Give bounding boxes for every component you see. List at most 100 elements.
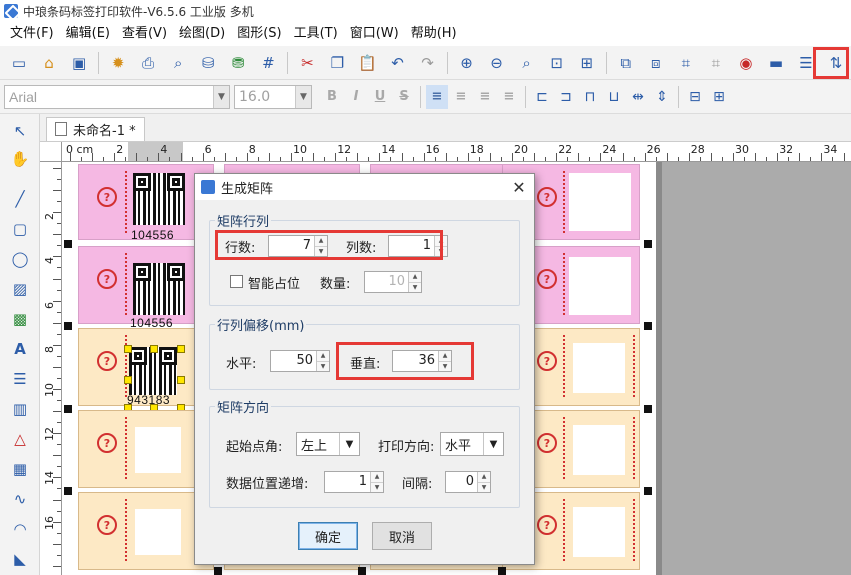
frame-icon[interactable]: ⌗	[674, 51, 697, 75]
fit-page-icon[interactable]: ⊡	[545, 51, 568, 75]
italic-button[interactable]: I	[345, 85, 367, 109]
zoom-out-icon[interactable]: ⊖	[485, 51, 508, 75]
chevron-down-icon[interactable]: ▼	[478, 482, 490, 492]
qrcode-tool-icon[interactable]: ▦	[9, 458, 31, 480]
align-objects-left-icon[interactable]: ⊏	[531, 85, 553, 109]
center-vertical-icon[interactable]: ⊞	[708, 85, 730, 109]
center-horizontal-icon[interactable]: ⊟	[684, 85, 706, 109]
ellipse-tool-icon[interactable]: ◯	[9, 248, 31, 270]
database-settings-icon[interactable]: ⛃	[227, 51, 250, 75]
new-window-icon[interactable]: ▭	[8, 51, 31, 75]
copy-icon[interactable]: ❐	[326, 51, 349, 75]
distribute-horizontal-icon[interactable]: ⇹	[627, 85, 649, 109]
chevron-down-icon[interactable]: ▼	[213, 85, 229, 108]
chevron-down-icon[interactable]: ▼	[409, 282, 421, 292]
selection-handle[interactable]	[150, 345, 158, 353]
picture-tool-icon[interactable]: ▩	[9, 308, 31, 330]
font-name-select[interactable]: Arial ▼	[4, 84, 230, 109]
align-center-icon[interactable]: ≡	[450, 85, 472, 109]
interval-stepper[interactable]: 0 ▲ ▼	[445, 471, 491, 493]
zoom-icon[interactable]: ⌕	[515, 51, 538, 75]
ok-button[interactable]: 确定	[298, 522, 358, 550]
align-objects-right-icon[interactable]: ⊐	[555, 85, 577, 109]
qr-code[interactable]	[133, 263, 185, 315]
selection-handle[interactable]	[124, 345, 132, 353]
font-size-select[interactable]: 16.0 ▼	[234, 84, 312, 109]
ungroup-icon[interactable]: ⧈	[644, 51, 667, 75]
fit-width-icon[interactable]: ⊞	[575, 51, 598, 75]
qr-code[interactable]	[133, 173, 185, 225]
chevron-up-icon[interactable]: ▲	[371, 472, 383, 483]
selection-handle[interactable]	[177, 376, 185, 384]
underline-button[interactable]: U	[369, 85, 391, 109]
text-tool-icon[interactable]: A	[9, 338, 31, 360]
undo-icon[interactable]: ↶	[386, 51, 409, 75]
menu-draw[interactable]: 绘图(D)	[173, 23, 231, 45]
rounded-rect-tool-icon[interactable]: ▢	[9, 218, 31, 240]
align-objects-bottom-icon[interactable]: ⊔	[603, 85, 625, 109]
unframe-icon[interactable]: ⌗	[704, 51, 727, 75]
cut-icon[interactable]: ✂	[296, 51, 319, 75]
count-stepper[interactable]: 10 ▲ ▼	[364, 271, 422, 293]
align-left-icon[interactable]: ≡	[426, 84, 448, 109]
cancel-button[interactable]: 取消	[372, 522, 432, 550]
chevron-down-icon[interactable]: ▼	[317, 361, 329, 371]
start-corner-select[interactable]: 左上 ▼	[296, 432, 360, 456]
polygon-tool-icon[interactable]: ◣	[9, 548, 31, 570]
grid-icon[interactable]: #	[257, 51, 280, 75]
menu-file[interactable]: 文件(F)	[4, 23, 60, 45]
rich-text-tool-icon[interactable]: ☰	[9, 368, 31, 390]
redo-icon[interactable]: ↷	[416, 51, 439, 75]
barcode-tool-icon[interactable]: ▥	[9, 398, 31, 420]
save-icon[interactable]: ▣	[68, 51, 91, 75]
registration-mark	[64, 240, 72, 248]
chevron-up-icon[interactable]: ▲	[409, 272, 421, 283]
qr-code[interactable]	[129, 347, 177, 395]
strike-button[interactable]: S	[393, 85, 415, 109]
group-icon[interactable]: ⧉	[614, 51, 637, 75]
menu-view[interactable]: 查看(V)	[116, 23, 173, 45]
selection-handle[interactable]	[124, 376, 132, 384]
dialog-title-bar[interactable]: 生成矩阵 ✕	[195, 174, 534, 200]
database-icon[interactable]: ⛁	[197, 51, 220, 75]
ruler-tick	[53, 366, 61, 368]
selection-handle[interactable]	[177, 345, 185, 353]
open-folder-icon[interactable]: ⌂	[38, 51, 61, 75]
chevron-down-icon[interactable]: ▼	[371, 482, 383, 492]
align-objects-top-icon[interactable]: ⊓	[579, 85, 601, 109]
line-tool-icon[interactable]: ╱	[9, 188, 31, 210]
print-icon[interactable]: ⎙	[137, 51, 160, 75]
zoom-in-icon[interactable]: ⊕	[455, 51, 478, 75]
paste-icon[interactable]: 📋	[356, 51, 379, 75]
shape-tool-icon[interactable]: △	[9, 428, 31, 450]
lock-icon[interactable]: ▬	[764, 51, 787, 75]
chevron-up-icon[interactable]: ▲	[478, 472, 490, 483]
menu-window[interactable]: 窗口(W)	[344, 23, 405, 45]
pan-icon[interactable]: ✋	[9, 148, 31, 170]
distribute-vertical-icon[interactable]: ⇕	[651, 85, 673, 109]
align-right-icon[interactable]: ≡	[474, 85, 496, 109]
smart-placeholder-checkbox[interactable]	[230, 275, 243, 288]
document-tab[interactable]: 未命名-1 *	[46, 116, 145, 141]
curve-tool-icon[interactable]: ∿	[9, 488, 31, 510]
eye-icon[interactable]: ◉	[734, 51, 757, 75]
menu-help[interactable]: 帮助(H)	[405, 23, 463, 45]
close-icon[interactable]: ✕	[504, 174, 534, 200]
settings-gear-icon[interactable]: ✹	[107, 51, 130, 75]
horizontal-offset-stepper[interactable]: 50 ▲ ▼	[270, 350, 330, 372]
print-preview-icon[interactable]: ⌕	[167, 51, 190, 75]
arc-tool-icon[interactable]: ◠	[9, 518, 31, 540]
image-tool-icon[interactable]: ▨	[9, 278, 31, 300]
align-justify-icon[interactable]: ≡	[498, 85, 520, 109]
bold-button[interactable]: B	[321, 85, 343, 109]
print-direction-select[interactable]: 水平 ▼	[440, 432, 504, 456]
chevron-down-icon[interactable]: ▼	[295, 85, 311, 108]
menu-edit[interactable]: 编辑(E)	[60, 23, 116, 45]
chevron-up-icon[interactable]: ▲	[317, 351, 329, 362]
chevron-down-icon[interactable]: ▼	[483, 433, 503, 455]
menu-shape[interactable]: 图形(S)	[231, 23, 287, 45]
pointer-icon[interactable]: ↖	[9, 120, 31, 142]
data-increment-stepper[interactable]: 1 ▲ ▼	[324, 471, 384, 493]
chevron-down-icon[interactable]: ▼	[339, 433, 359, 455]
menu-tools[interactable]: 工具(T)	[288, 23, 344, 45]
